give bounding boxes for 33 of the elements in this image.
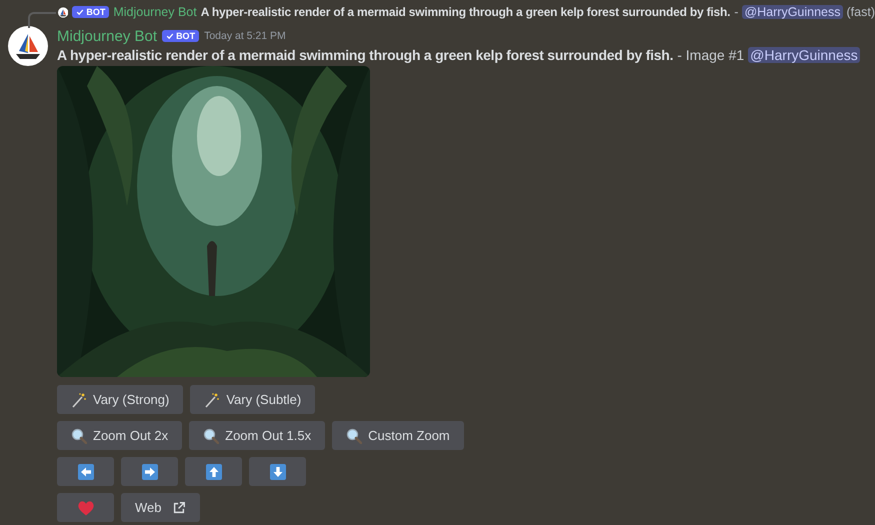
pan-button[interactable] <box>185 457 242 486</box>
vary-button[interactable]: Vary (Strong) <box>57 385 184 414</box>
external-link-icon <box>172 500 186 514</box>
speed-label: (fast) <box>846 5 875 19</box>
magnifier-icon <box>203 428 220 444</box>
magic-wand-icon <box>204 392 220 408</box>
vary-button[interactable]: Vary (Subtle) <box>190 385 316 414</box>
zoom-button[interactable]: Zoom Out 1.5x <box>189 421 326 450</box>
bot-avatar-icon[interactable] <box>8 26 48 66</box>
image-number: - Image #1 <box>677 47 744 63</box>
web-link-button[interactable]: Web <box>121 493 200 522</box>
mention[interactable]: @HarryGuinness <box>748 47 860 63</box>
pan-button[interactable] <box>249 457 306 486</box>
reply-separator: - <box>734 5 738 19</box>
timestamp: Today at 5:21 PM <box>204 30 286 42</box>
bot-avatar-icon[interactable] <box>58 4 68 20</box>
magnifier-icon <box>346 428 362 444</box>
prompt-text: A hyper-realistic render of a mermaid swimming through a green kelp forest surrounded by fish. <box>57 47 674 63</box>
bot-tag: BOT <box>162 30 200 42</box>
zoom-button[interactable]: Custom Zoom <box>332 421 464 450</box>
mention[interactable]: @HarryGuinness <box>742 5 843 19</box>
magnifier-icon <box>71 428 87 444</box>
magic-wand-icon <box>71 392 87 408</box>
reply-prompt[interactable]: A hyper-realistic render of a mermaid swimming through a green kelp forest surrounded by fish. <box>200 5 730 19</box>
pan-button[interactable] <box>57 457 114 486</box>
check-icon <box>76 8 84 16</box>
bot-tag: BOT <box>72 6 110 18</box>
zoom-button[interactable]: Zoom Out 2x <box>57 421 182 450</box>
check-icon <box>166 32 174 40</box>
pan-button[interactable] <box>121 457 178 486</box>
heart-icon <box>76 498 94 516</box>
author-name[interactable]: Midjourney Bot <box>57 28 158 44</box>
reply-author[interactable]: Midjourney Bot <box>113 5 197 19</box>
